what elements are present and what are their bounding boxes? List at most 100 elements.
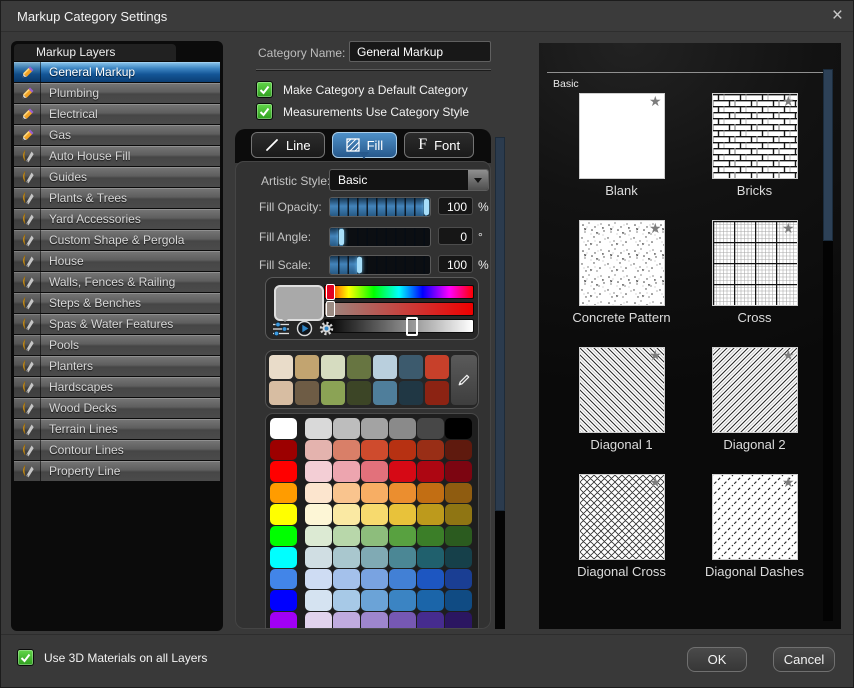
palette-color[interactable] [305, 612, 332, 630]
palette-color[interactable] [445, 418, 472, 439]
palette-color[interactable] [333, 418, 360, 439]
pattern-card[interactable]: ★Diagonal 2 [705, 347, 805, 452]
sidebar-item[interactable]: Plumbing [14, 83, 220, 103]
tab-fill[interactable]: Fill [332, 132, 398, 158]
sidebar-item[interactable]: Walls, Fences & Railing [14, 272, 220, 292]
palette-color[interactable] [417, 590, 444, 611]
fill-panel-scrollbar-thumb[interactable] [495, 137, 505, 511]
palette-color[interactable] [270, 461, 297, 482]
palette-color[interactable] [417, 440, 444, 461]
sidebar-item[interactable]: Yard Accessories [14, 209, 220, 229]
theme-color[interactable] [347, 381, 371, 405]
palette-color[interactable] [361, 547, 388, 568]
sidebar-item[interactable]: Guides [14, 167, 220, 187]
pattern-card[interactable]: ★Cross [705, 220, 805, 325]
palette-color[interactable] [305, 483, 332, 504]
favorite-star-icon[interactable]: ★ [782, 347, 795, 364]
fill-opacity-slider[interactable] [329, 197, 431, 217]
gear-icon[interactable] [318, 320, 335, 337]
sidebar-item[interactable]: Electrical [14, 104, 220, 124]
sliders-icon[interactable] [272, 321, 291, 337]
palette-color[interactable] [417, 526, 444, 547]
palette-color[interactable] [270, 612, 297, 630]
fill-opacity-value[interactable]: 100 [438, 197, 473, 215]
favorite-star-icon[interactable]: ★ [649, 220, 662, 237]
pattern-swatch-diagdashes[interactable]: ★ [712, 474, 798, 560]
theme-color[interactable] [425, 381, 449, 405]
palette-color[interactable] [333, 504, 360, 525]
palette-color[interactable] [445, 461, 472, 482]
palette-color[interactable] [445, 440, 472, 461]
pattern-card[interactable]: ★Diagonal 1 [572, 347, 672, 452]
ok-button[interactable]: OK [687, 647, 747, 672]
palette-color[interactable] [445, 612, 472, 630]
palette-color[interactable] [389, 526, 416, 547]
palette-color[interactable] [305, 590, 332, 611]
saturation-bar[interactable] [324, 302, 474, 316]
palette-color[interactable] [445, 504, 472, 525]
measurements-style-checkbox[interactable] [256, 103, 273, 120]
palette-color[interactable] [417, 418, 444, 439]
edit-theme-colors-button[interactable] [451, 355, 477, 405]
palette-color[interactable] [445, 483, 472, 504]
theme-color[interactable] [373, 355, 397, 379]
sidebar-item[interactable]: Contour Lines [14, 440, 220, 460]
palette-color[interactable] [333, 590, 360, 611]
favorite-star-icon[interactable]: ★ [649, 474, 662, 491]
palette-color[interactable] [417, 569, 444, 590]
palette-color[interactable] [361, 483, 388, 504]
pattern-scrollbar-thumb[interactable] [823, 69, 833, 241]
palette-color[interactable] [333, 569, 360, 590]
palette-color[interactable] [270, 526, 297, 547]
palette-color[interactable] [305, 504, 332, 525]
fill-angle-value[interactable]: 0 [438, 227, 473, 245]
palette-color[interactable] [389, 440, 416, 461]
category-name-input[interactable] [349, 41, 491, 62]
theme-color[interactable] [295, 381, 319, 405]
pattern-card[interactable]: ★Diagonal Dashes [705, 474, 805, 579]
close-icon[interactable]: × [832, 4, 843, 28]
fill-scale-slider[interactable] [329, 255, 431, 275]
palette-color[interactable] [417, 461, 444, 482]
sidebar-item[interactable]: Terrain Lines [14, 419, 220, 439]
palette-color[interactable] [305, 526, 332, 547]
sidebar-item[interactable]: Steps & Benches [14, 293, 220, 313]
palette-color[interactable] [270, 483, 297, 504]
palette-color[interactable] [389, 569, 416, 590]
palette-color[interactable] [305, 461, 332, 482]
palette-color[interactable] [445, 590, 472, 611]
palette-color[interactable] [389, 461, 416, 482]
favorite-star-icon[interactable]: ★ [782, 220, 795, 237]
pattern-card[interactable]: ★Bricks [705, 93, 805, 198]
palette-color[interactable] [361, 504, 388, 525]
pattern-swatch-diag2[interactable]: ★ [712, 347, 798, 433]
dropdown-arrow-button[interactable] [468, 170, 488, 190]
sidebar-item[interactable]: Custom Shape & Pergola [14, 230, 220, 250]
tab-line[interactable]: Line [251, 132, 325, 158]
theme-color[interactable] [373, 381, 397, 405]
use-3d-materials-checkbox[interactable] [17, 649, 34, 666]
theme-color[interactable] [347, 355, 371, 379]
palette-color[interactable] [270, 569, 297, 590]
sidebar-item[interactable]: Spas & Water Features [14, 314, 220, 334]
fill-angle-slider[interactable] [329, 227, 431, 247]
fill-scale-value[interactable]: 100 [438, 255, 473, 273]
hue-bar[interactable] [324, 285, 474, 299]
palette-color[interactable] [333, 526, 360, 547]
saturation-marker[interactable] [326, 301, 335, 317]
sidebar-item[interactable]: Hardscapes [14, 377, 220, 397]
brightness-bar[interactable] [324, 319, 474, 333]
palette-color[interactable] [305, 569, 332, 590]
palette-color[interactable] [305, 547, 332, 568]
theme-color[interactable] [425, 355, 449, 379]
theme-color[interactable] [321, 381, 345, 405]
pattern-swatch-bricks[interactable]: ★ [712, 93, 798, 179]
brightness-marker[interactable] [406, 317, 418, 336]
theme-color[interactable] [399, 355, 423, 379]
palette-color[interactable] [333, 483, 360, 504]
pattern-card[interactable]: ★Concrete Pattern [572, 220, 672, 325]
fill-scale-thumb[interactable] [357, 257, 362, 273]
palette-color[interactable] [417, 612, 444, 630]
favorite-star-icon[interactable]: ★ [649, 347, 662, 364]
favorite-star-icon[interactable]: ★ [649, 93, 662, 110]
